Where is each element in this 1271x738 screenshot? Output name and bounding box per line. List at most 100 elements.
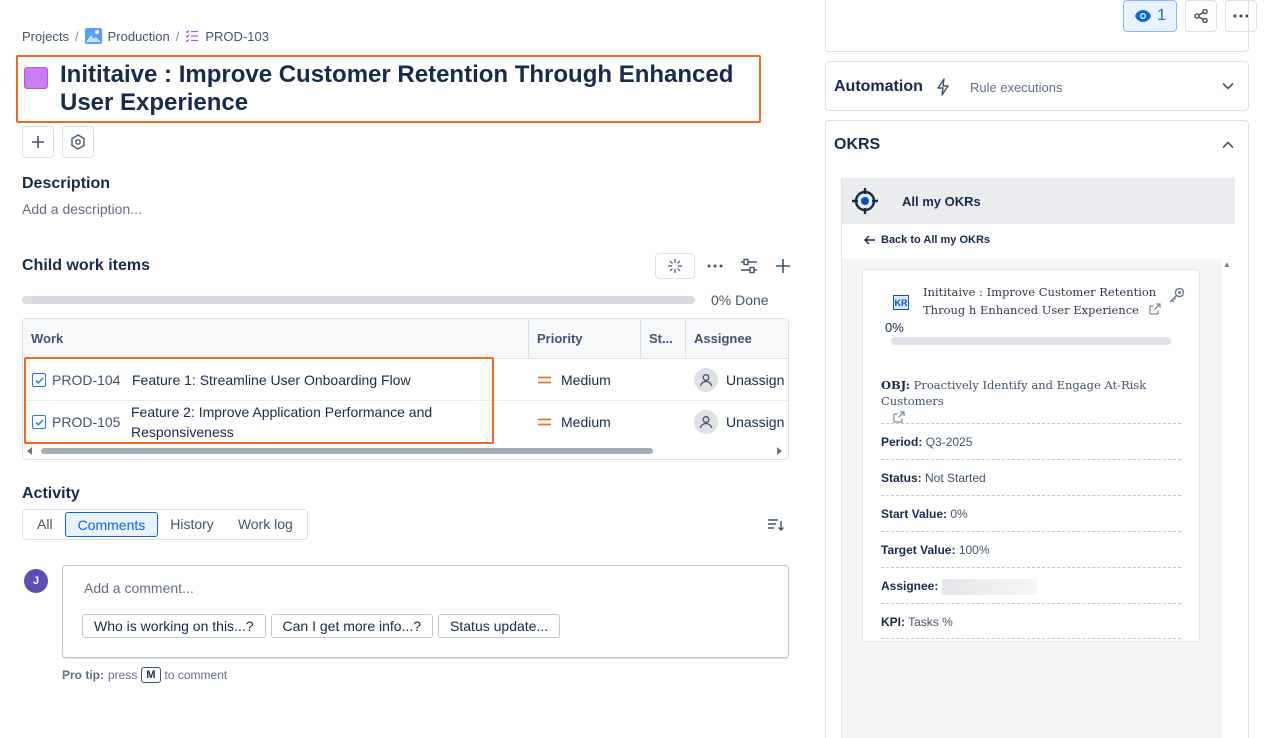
key-search-icon[interactable] [1168, 286, 1186, 304]
table-header: Work Priority St... Assignee [23, 319, 788, 359]
priority-cell[interactable]: Medium [538, 359, 611, 401]
scroll-left-icon[interactable] [27, 447, 33, 455]
shortcut-key: M [141, 667, 161, 683]
okr-app-header: All my OKRs [842, 178, 1235, 224]
description-heading: Description [22, 175, 111, 192]
kr-badge-icon: KR [893, 295, 909, 310]
assignee-cell[interactable]: Unassign [694, 359, 784, 401]
breadcrumb-issue-label: PROD-103 [205, 28, 269, 44]
breadcrumb-issue[interactable]: PROD-103 [185, 29, 269, 44]
details-panel: Automation Rule executions OKRS All my O… [825, 0, 1249, 738]
okr-list-area: KR Inititaive : Improve Customer Retenti… [842, 259, 1222, 738]
initiative-icon [185, 30, 199, 43]
automation-title: Automation [834, 78, 923, 95]
child-items-heading: Child work items [22, 257, 151, 274]
add-button[interactable] [22, 126, 54, 158]
issue-title[interactable]: Inititaive : Improve Customer Retention … [60, 61, 750, 117]
pro-tip-press: press [108, 668, 138, 682]
objective-value[interactable]: Proactively Identify and Engage At-Risk … [881, 378, 1146, 408]
scroll-right-icon[interactable] [776, 447, 782, 455]
priority-cell[interactable]: Medium [538, 401, 611, 443]
priority-medium-icon [538, 376, 551, 384]
rule-executions-link[interactable]: Rule executions [970, 80, 1063, 95]
key-result-title-text: Inititaive : Improve Customer Retention … [923, 285, 1157, 317]
chevron-down-icon[interactable] [1222, 82, 1234, 90]
comment-input[interactable]: Add a comment... [84, 580, 194, 596]
lightning-icon [937, 78, 949, 96]
sliders-icon [741, 258, 757, 274]
redacted-assignee-name [942, 578, 1038, 595]
field-value: Tasks % [908, 615, 953, 629]
chevron-up-icon[interactable] [1222, 141, 1234, 149]
unassigned-avatar-icon [694, 410, 718, 434]
column-header-work[interactable]: Work [23, 319, 529, 359]
quick-reply-more-info[interactable]: Can I get more info...? [270, 614, 434, 638]
field-value: 0% [950, 507, 968, 521]
external-link-icon[interactable] [893, 411, 905, 423]
column-header-status[interactable]: St... [641, 319, 686, 359]
current-user-avatar: J [24, 569, 48, 593]
automation-section[interactable]: Automation Rule executions [825, 61, 1249, 111]
okr-content: Back to All my OKRs KR Inititaive : Impr… [842, 224, 1235, 738]
okrs-section: OKRS All my OKRs Back to All my OKRs KR … [825, 120, 1249, 738]
back-to-okrs-link[interactable]: Back to All my OKRs [864, 234, 990, 246]
key-result-progress-bar [891, 337, 1171, 345]
description-placeholder[interactable]: Add a description... [22, 201, 142, 217]
child-items-toolbar [655, 253, 797, 279]
field-label: KPI: [881, 615, 905, 629]
unassigned-avatar-icon [694, 368, 718, 392]
breadcrumb-project[interactable]: Production [84, 28, 170, 44]
column-header-priority[interactable]: Priority [529, 319, 641, 359]
plus-icon [32, 136, 44, 148]
scroll-up-arrow-icon[interactable]: ▲ [1223, 260, 1231, 269]
external-link-icon[interactable] [1149, 303, 1161, 315]
quick-reply-status-update[interactable]: Status update... [438, 614, 561, 638]
plus-icon [776, 259, 790, 273]
quick-reply-who-working[interactable]: Who is working on this...? [82, 614, 266, 638]
arrow-left-icon [864, 235, 875, 245]
breadcrumb-separator: / [74, 28, 79, 44]
key-result-title[interactable]: Inititaive : Improve Customer Retention … [923, 283, 1163, 319]
child-progress-bar [22, 296, 695, 304]
more-icon [707, 264, 723, 268]
field-start-value: Start Value: 0% [881, 495, 1181, 531]
breadcrumb-separator: / [175, 28, 180, 44]
okr-app: All my OKRs Back to All my OKRs KR Initi… [841, 178, 1235, 738]
field-label: Status: [881, 471, 922, 485]
tab-all[interactable]: All [25, 512, 65, 537]
scrollbar-thumb[interactable] [41, 448, 653, 454]
issue-type-swatch [24, 67, 48, 89]
details-section-edge [825, 0, 1249, 52]
child-progress-label: 0% Done [711, 292, 769, 308]
quick-replies: Who is working on this...? Can I get mor… [82, 614, 561, 638]
breadcrumb-project-label: Production [107, 28, 170, 44]
field-label: Target Value: [881, 543, 956, 557]
field-target-value: Target Value: 100% [881, 531, 1181, 567]
field-assignee: Assignee: [881, 567, 1181, 603]
activity-tabs: All Comments History Work log [22, 509, 308, 540]
activity-heading: Activity [22, 485, 80, 502]
project-avatar-icon [84, 28, 102, 44]
tab-comments[interactable]: Comments [64, 512, 159, 537]
assignee-label: Unassign [726, 414, 785, 430]
breadcrumb-projects[interactable]: Projects [22, 29, 69, 44]
okr-app-title: All my OKRs [902, 193, 981, 209]
tab-work-log[interactable]: Work log [226, 512, 305, 537]
child-filter-button[interactable] [735, 253, 763, 279]
breadcrumb: Projects / Production / PROD-103 [22, 28, 269, 44]
create-child-button[interactable] [769, 253, 797, 279]
apps-button[interactable] [62, 126, 94, 158]
back-label: Back to All my OKRs [881, 234, 991, 246]
tab-history[interactable]: History [158, 512, 226, 537]
sort-order-icon[interactable] [767, 518, 785, 532]
field-label: Period: [881, 435, 923, 449]
sparkle-icon [668, 259, 682, 273]
column-header-assignee[interactable]: Assignee [686, 319, 788, 359]
ai-suggest-button[interactable] [655, 253, 695, 279]
comment-editor[interactable]: Add a comment... Who is working on this.… [62, 565, 789, 658]
table-horizontal-scrollbar[interactable] [23, 445, 788, 457]
okrs-title: OKRS [834, 136, 881, 153]
child-more-button[interactable] [701, 253, 729, 279]
field-value: 100% [958, 543, 990, 557]
assignee-cell[interactable]: Unassign [694, 401, 784, 443]
